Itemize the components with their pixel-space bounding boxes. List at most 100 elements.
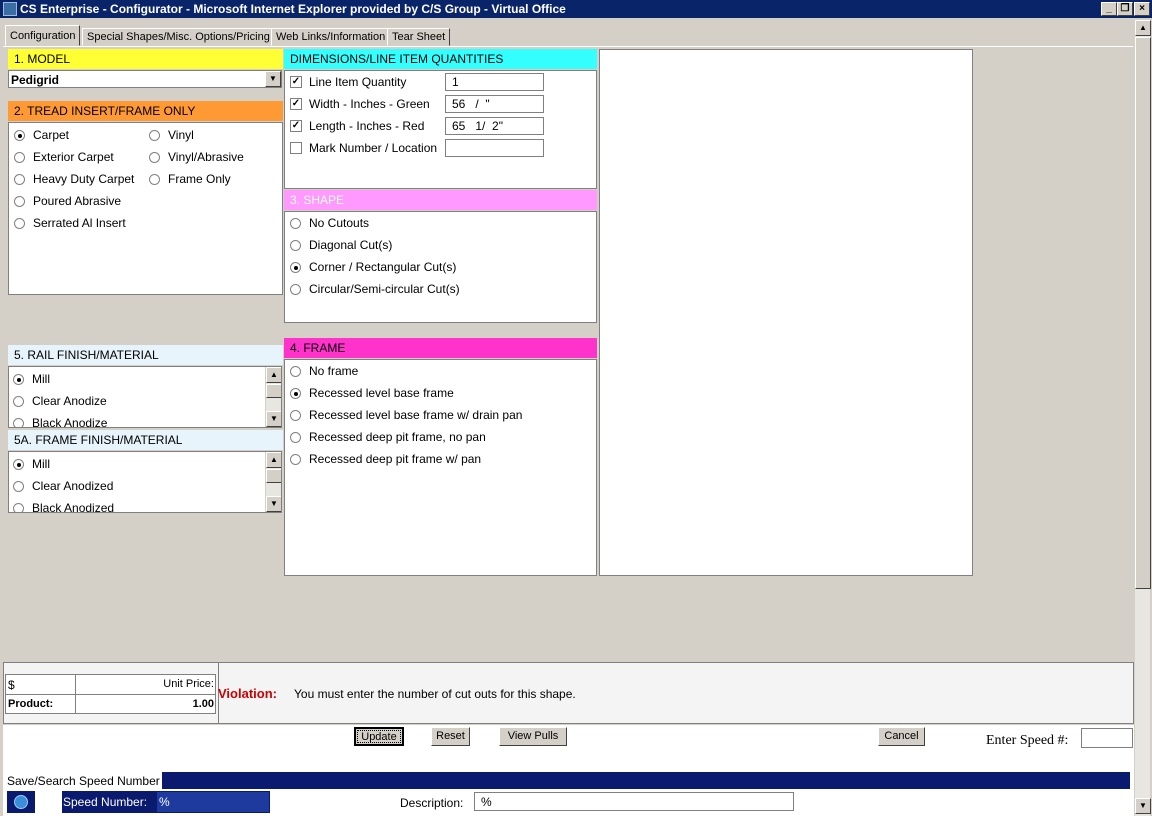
model-header: 1. MODEL: [8, 49, 283, 69]
shape-option-diagonal[interactable]: Diagonal Cut(s): [290, 238, 392, 252]
tab-web-links[interactable]: Web Links/Information: [271, 28, 391, 46]
frame-option-recessed-level[interactable]: Recessed level base frame: [290, 386, 454, 400]
radio-icon[interactable]: [13, 417, 24, 427]
globe-icon[interactable]: [7, 791, 35, 813]
radio-icon[interactable]: [13, 458, 24, 470]
tread-option-serrated-al-insert[interactable]: Serrated Al Insert: [14, 216, 126, 230]
rail-scrollbar[interactable]: ▲ ▼: [265, 367, 281, 427]
cancel-button[interactable]: Cancel: [878, 727, 925, 746]
radio-icon[interactable]: [290, 453, 301, 465]
minimize-button[interactable]: _: [1101, 2, 1117, 16]
radio-icon[interactable]: [14, 129, 25, 141]
update-button[interactable]: Update: [354, 727, 404, 746]
shape-option-corner-rectangular[interactable]: Corner / Rectangular Cut(s): [290, 260, 456, 274]
radio-icon[interactable]: [290, 239, 301, 251]
frame-finish-scrollbar[interactable]: ▲ ▼: [265, 452, 281, 512]
tread-option-vinyl[interactable]: Vinyl: [149, 128, 194, 142]
radio-icon[interactable]: [149, 151, 160, 163]
radio-icon[interactable]: [290, 431, 301, 443]
frame-option-deep-pit-no-pan[interactable]: Recessed deep pit frame, no pan: [290, 430, 486, 444]
frame-finish-option-mill[interactable]: Mill: [13, 457, 50, 471]
tab-tear-sheet[interactable]: Tear Sheet: [387, 28, 451, 46]
rail-finish-list[interactable]: Mill Clear Anodize Black Anodize ▲ ▼: [8, 366, 282, 428]
scroll-thumb[interactable]: [1135, 37, 1151, 589]
checkbox-line-item-quantity[interactable]: ✓: [290, 76, 302, 88]
radio-icon[interactable]: [13, 373, 24, 385]
model-selected-value: Pedigrid: [11, 73, 60, 87]
violation-label: Violation:: [218, 686, 277, 701]
search-header-bar: Save/Search Speed Number: [5, 772, 1130, 789]
shape-option-no-cutouts[interactable]: No Cutouts: [290, 216, 369, 230]
close-button[interactable]: ×: [1134, 2, 1150, 16]
radio-icon[interactable]: [149, 173, 160, 185]
scroll-thumb[interactable]: [266, 469, 281, 483]
dropdown-arrow-icon[interactable]: ▼: [265, 71, 281, 87]
radio-icon[interactable]: [13, 502, 24, 512]
scroll-thumb[interactable]: [266, 384, 281, 398]
speed-number-label: Speed Number:: [63, 795, 148, 809]
model-select[interactable]: Pedigrid ▼: [8, 70, 282, 88]
maximize-button[interactable]: ❐: [1117, 2, 1133, 16]
view-pulls-button[interactable]: View Pulls: [499, 727, 567, 746]
tread-panel: [8, 122, 283, 295]
rail-option-mill[interactable]: Mill: [13, 372, 50, 386]
search-header-label: Save/Search Speed Number: [5, 772, 162, 789]
scroll-down-icon[interactable]: ▼: [1135, 798, 1151, 814]
description-input[interactable]: [474, 792, 794, 811]
tread-option-heavy-duty-carpet[interactable]: Heavy Duty Carpet: [14, 172, 134, 186]
tread-option-frame-only[interactable]: Frame Only: [149, 172, 231, 186]
tread-option-carpet[interactable]: Carpet: [14, 128, 69, 142]
mark-number-input[interactable]: [445, 139, 544, 157]
rail-option-clear-anodize[interactable]: Clear Anodize: [13, 394, 107, 408]
page-scrollbar[interactable]: ▲ ▼: [1134, 20, 1151, 816]
radio-icon[interactable]: [290, 409, 301, 421]
reset-button[interactable]: Reset: [431, 727, 470, 746]
checkbox-width[interactable]: ✓: [290, 98, 302, 110]
dimensions-header: DIMENSIONS/LINE ITEM QUANTITIES: [284, 49, 597, 69]
scroll-down-icon[interactable]: ▼: [266, 411, 281, 427]
tread-option-vinyl-abrasive[interactable]: Vinyl/Abrasive: [149, 150, 244, 164]
checkbox-mark-number[interactable]: [290, 142, 302, 154]
frame-finish-option-clear-anodized[interactable]: Clear Anodized: [13, 479, 113, 493]
radio-icon[interactable]: [14, 217, 25, 229]
dim-row-line-item-quantity: ✓ Line Item Quantity: [290, 75, 407, 89]
radio-icon[interactable]: [290, 365, 301, 377]
radio-icon[interactable]: [13, 395, 24, 407]
radio-icon[interactable]: [13, 480, 24, 492]
tread-option-exterior-carpet[interactable]: Exterior Carpet: [14, 150, 114, 164]
radio-icon[interactable]: [290, 217, 301, 229]
dim-row-mark-number: Mark Number / Location: [290, 141, 437, 155]
scroll-up-icon[interactable]: ▲: [1135, 20, 1151, 36]
frame-finish-option-black-anodized[interactable]: Black Anodized: [13, 501, 114, 512]
frame-option-deep-pit-pan[interactable]: Recessed deep pit frame w/ pan: [290, 452, 481, 466]
speed-number-input[interactable]: %: [157, 792, 269, 812]
frame-option-no-frame[interactable]: No frame: [290, 364, 358, 378]
tab-special-shapes[interactable]: Special Shapes/Misc. Options/Pricing: [82, 28, 275, 46]
radio-icon[interactable]: [290, 387, 301, 399]
rail-option-black-anodize[interactable]: Black Anodize: [13, 416, 107, 427]
frame-finish-list[interactable]: Mill Clear Anodized Black Anodized ▲ ▼: [8, 451, 282, 513]
preview-area: [599, 49, 973, 576]
shape-header: 3. SHAPE: [284, 190, 597, 210]
currency-cell: $: [6, 675, 76, 695]
checkbox-length[interactable]: ✓: [290, 120, 302, 132]
line-item-quantity-input[interactable]: [445, 73, 544, 91]
enter-speed-input[interactable]: [1081, 728, 1133, 748]
radio-icon[interactable]: [14, 151, 25, 163]
scroll-down-icon[interactable]: ▼: [266, 496, 281, 512]
scroll-up-icon[interactable]: ▲: [266, 452, 281, 468]
radio-icon[interactable]: [290, 283, 301, 295]
radio-icon[interactable]: [14, 173, 25, 185]
shape-option-circular[interactable]: Circular/Semi-circular Cut(s): [290, 282, 460, 296]
ie-icon: [3, 2, 17, 16]
radio-icon[interactable]: [149, 129, 160, 141]
scroll-up-icon[interactable]: ▲: [266, 367, 281, 383]
frame-option-recessed-level-drain[interactable]: Recessed level base frame w/ drain pan: [290, 408, 522, 422]
frame-header: 4. FRAME: [284, 338, 597, 358]
width-input[interactable]: [445, 95, 544, 113]
radio-icon[interactable]: [290, 261, 301, 273]
tab-configuration[interactable]: Configuration: [5, 25, 81, 46]
length-input[interactable]: [445, 117, 544, 135]
tread-option-poured-abrasive[interactable]: Poured Abrasive: [14, 194, 121, 208]
radio-icon[interactable]: [14, 195, 25, 207]
